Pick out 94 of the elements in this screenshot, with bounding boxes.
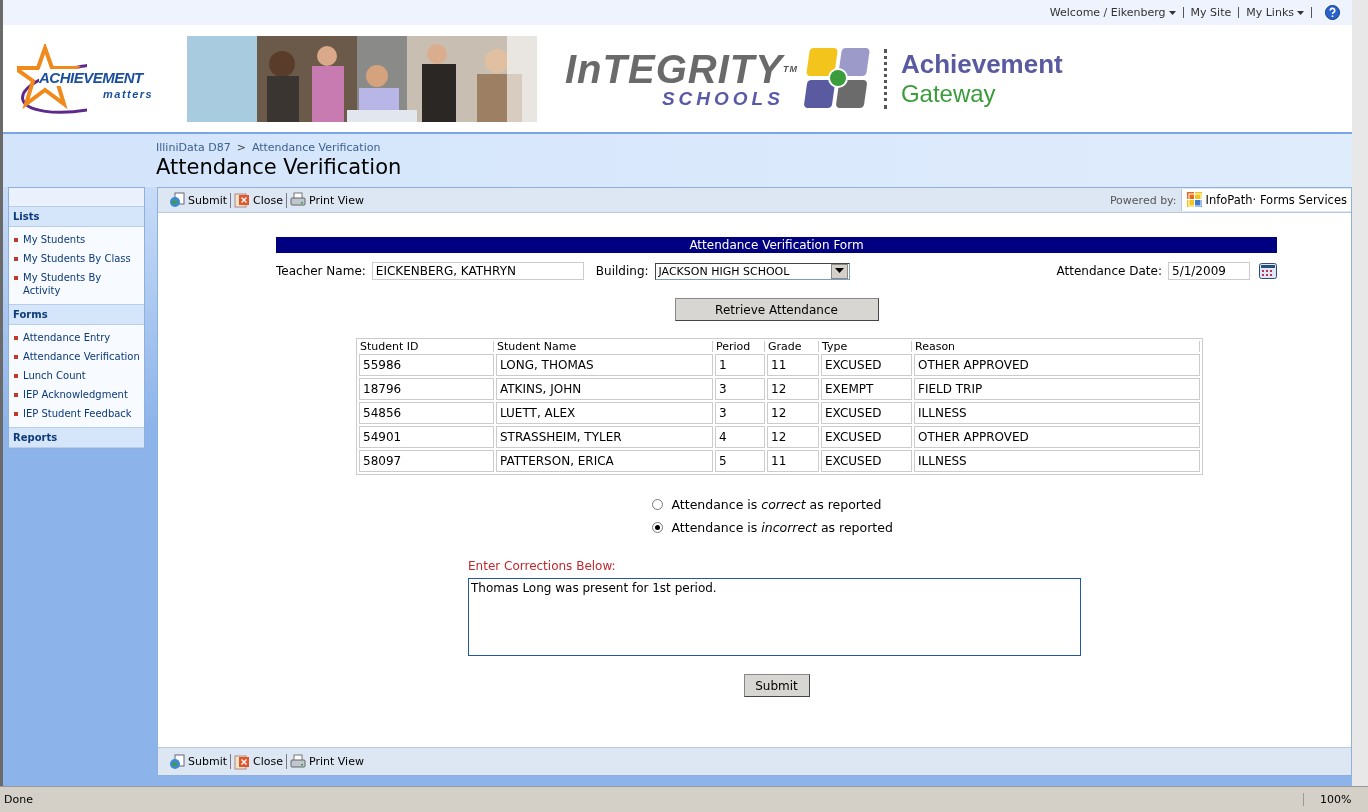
infopath-logo: InfoPath· Forms Services <box>1180 189 1351 211</box>
sidebar-item[interactable]: Lunch Count <box>23 369 86 382</box>
table-cell: ILLNESS <box>914 402 1200 424</box>
building-dropdown[interactable]: JACKSON HIGH SCHOOL <box>654 262 850 280</box>
radio-button[interactable] <box>651 499 663 510</box>
column-header: Student Name <box>497 341 577 352</box>
table-cell: 11 <box>767 354 819 376</box>
submit-button[interactable]: Submit <box>166 753 231 770</box>
table-cell: STRASSHEIM, TYLER <box>496 426 713 448</box>
print-button[interactable]: Print View <box>287 192 367 208</box>
sidebar-item[interactable]: My Students By Class <box>23 252 131 265</box>
corrections-label: Enter Corrections Below: <box>468 559 617 573</box>
table-cell: PATTERSON, ERICA <box>496 450 713 472</box>
print-button[interactable]: Print View <box>287 753 367 770</box>
table-cell: 12 <box>767 378 819 400</box>
field-label: Teacher Name: <box>276 264 366 278</box>
field-label: Building: <box>595 264 649 278</box>
table-cell: ILLNESS <box>914 450 1200 472</box>
column-header: Reason <box>915 341 956 352</box>
sidebar-item[interactable]: IEP Acknowledgment <box>23 388 128 401</box>
table-cell: EXCUSED <box>821 450 912 472</box>
powered-by-label: Powered by: <box>1109 193 1177 207</box>
column-header: Type <box>822 341 848 352</box>
submit-button[interactable]: Submit <box>743 674 810 697</box>
table-cell: OTHER APPROVED <box>914 354 1200 376</box>
table-cell: 5 <box>715 450 765 472</box>
document-globe-icon <box>169 753 185 770</box>
table-cell: 11 <box>767 450 819 472</box>
site-name: Gateway <box>900 78 997 109</box>
breadcrumb-link[interactable]: IlliniData D87 <box>156 141 231 154</box>
calendar-icon[interactable] <box>1259 263 1277 279</box>
table-cell: 12 <box>767 426 819 448</box>
table-cell: 4 <box>715 426 765 448</box>
sidebar-item[interactable]: My Students By Activity <box>23 271 140 297</box>
printer-icon <box>290 192 306 208</box>
status-text: Done <box>4 793 33 806</box>
table-cell: FIELD TRIP <box>914 378 1200 400</box>
table-cell: 12 <box>767 402 819 424</box>
radio-label: Attendance is incorrect as reported <box>671 520 893 535</box>
close-icon <box>234 192 251 208</box>
sidebar-item[interactable]: Attendance Verification <box>23 350 140 363</box>
sidebar-heading[interactable]: Forms <box>9 305 144 325</box>
integrity-logo: InTEGRITY$^{TM}$ SCHOOLS <box>565 47 870 110</box>
table-cell: 58097 <box>359 450 494 472</box>
table-cell: ATKINS, JOHN <box>496 378 713 400</box>
radio-label: Attendance is correct as reported <box>671 497 882 512</box>
table-cell: LUETT, ALEX <box>496 402 713 424</box>
printer-icon <box>290 753 306 770</box>
table-cell: LONG, THOMAS <box>496 354 713 376</box>
table-cell: 3 <box>715 402 765 424</box>
sidebar-heading[interactable]: Reports <box>9 428 144 448</box>
column-header: Period <box>716 341 751 352</box>
top-link[interactable]: My Site <box>1190 6 1232 19</box>
column-header: Grade <box>768 341 802 352</box>
table-cell: EXCUSED <box>821 402 912 424</box>
welcome-menu[interactable]: Welcome / Eikenberg <box>1049 6 1166 19</box>
table-cell: 55986 <box>359 354 494 376</box>
radio-button[interactable] <box>651 522 663 533</box>
close-button[interactable]: Close <box>231 192 286 208</box>
site-name: Achievement <box>900 48 1063 79</box>
sidebar-item[interactable]: IEP Student Feedback <box>23 407 132 420</box>
close-icon <box>234 753 251 770</box>
sidebar-heading[interactable]: Lists <box>9 207 144 227</box>
form-title-bar: Attendance Verification Form <box>276 237 1277 253</box>
achievement-logo: ACHIEVEMENT matters <box>17 38 182 119</box>
close-button[interactable]: Close <box>231 753 286 770</box>
table-cell: 54856 <box>359 402 494 424</box>
table-cell: 3 <box>715 378 765 400</box>
top-link[interactable]: My Links <box>1246 6 1294 19</box>
dropdown-arrow-icon[interactable] <box>834 268 844 274</box>
field-label: Attendance Date: <box>1056 264 1162 278</box>
table-cell: EXCUSED <box>821 426 912 448</box>
caret-icon[interactable] <box>1168 10 1176 15</box>
table-cell: 18796 <box>359 378 494 400</box>
column-header: Student ID <box>360 341 419 352</box>
zoom-level[interactable]: 100% <box>1303 793 1364 806</box>
sidebar-item[interactable]: My Students <box>23 233 86 246</box>
table-cell: 1 <box>715 354 765 376</box>
help-icon[interactable] <box>1325 5 1340 20</box>
date-field[interactable]: 5/1/2009 <box>1168 262 1250 280</box>
submit-button[interactable]: Submit <box>166 192 231 208</box>
document-globe-icon <box>169 192 185 208</box>
table-cell: EXCUSED <box>821 354 912 376</box>
breadcrumb-current: Attendance Verification <box>251 141 381 154</box>
retrieve-attendance-button[interactable]: Retrieve Attendance <box>674 298 879 321</box>
breadcrumb-separator: > <box>236 141 246 154</box>
table-cell: 54901 <box>359 426 494 448</box>
page-title: Attendance Verification <box>156 154 403 180</box>
corrections-field[interactable]: Thomas Long was present for 1st period. <box>468 578 1081 656</box>
table-cell: EXEMPT <box>821 378 912 400</box>
sidebar-item[interactable]: Attendance Entry <box>23 331 111 344</box>
caret-icon[interactable] <box>1297 10 1304 15</box>
table-cell: OTHER APPROVED <box>914 426 1200 448</box>
teacher-name-field[interactable]: EICKENBERG, KATHRYN <box>371 262 584 280</box>
